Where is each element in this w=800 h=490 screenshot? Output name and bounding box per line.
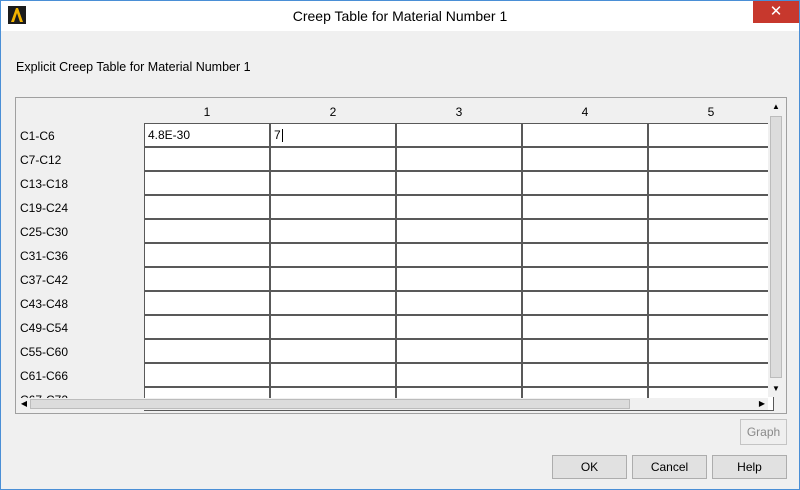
table-cell-input[interactable] [648,195,774,219]
table-cell-input[interactable] [144,363,270,387]
row-label: C19-C24 [20,201,69,215]
table-heading: Explicit Creep Table for Material Number… [16,60,251,74]
table-cell-input[interactable] [396,243,522,267]
horizontal-scroll-thumb[interactable] [30,399,630,409]
ok-button[interactable]: OK [552,455,627,479]
vertical-scrollbar[interactable]: ▲ ▼ [768,99,784,397]
row-label: C55-C60 [20,345,69,359]
table-cell-input[interactable] [396,339,522,363]
table-cell-input[interactable] [522,195,648,219]
table-cell-input[interactable] [396,291,522,315]
table-cell-input[interactable] [270,171,396,195]
table-cell-input[interactable] [396,123,522,147]
table-cell-input[interactable] [144,195,270,219]
row-label: C7-C12 [20,153,62,167]
horizontal-scrollbar[interactable]: ◀ ▶ [18,398,768,410]
row-label: C61-C66 [20,369,69,383]
column-header: 5 [707,105,715,119]
table-cell-input[interactable] [144,147,270,171]
column-header: 2 [329,105,337,119]
row-label: C25-C30 [20,225,69,239]
table-cell-input[interactable] [522,123,648,147]
table-cell-input[interactable] [396,363,522,387]
table-cell-input[interactable] [396,171,522,195]
text-cursor [282,129,283,142]
creep-table: 1 2 3 4 5 C1-C6 4.8E-30 7 C7-C12 C13-C18 C19-C24 C2… [15,97,787,414]
table-cell-input[interactable] [144,291,270,315]
table-cell-input[interactable] [648,171,774,195]
cell-value: 4.8E-30 [148,128,191,142]
table-cell-input[interactable] [522,171,648,195]
row-label: C1-C6 [20,129,55,143]
table-cell-input[interactable]: 4.8E-30 [144,123,270,147]
table-cell-input[interactable] [396,267,522,291]
table-cell-input[interactable] [144,339,270,363]
close-icon: ✕ [769,3,783,20]
table-cell-input[interactable] [144,315,270,339]
column-header: 3 [455,105,463,119]
table-cell-input[interactable] [270,315,396,339]
table-cell-input[interactable]: 7 [270,123,396,147]
table-cell-input[interactable] [648,219,774,243]
table-cell-input[interactable] [648,291,774,315]
help-button[interactable]: Help [712,455,787,479]
scroll-down-arrow-icon[interactable]: ▼ [768,381,784,397]
table-cell-input[interactable] [270,291,396,315]
table-cell-input[interactable] [270,339,396,363]
row-label: C31-C36 [20,249,69,263]
row-label: C43-C48 [20,297,69,311]
table-cell-input[interactable] [270,147,396,171]
table-cell-input[interactable] [522,243,648,267]
table-cell-input[interactable] [396,315,522,339]
table-cell-input[interactable] [648,315,774,339]
table-cell-input[interactable] [522,147,648,171]
vertical-scroll-thumb[interactable] [770,116,782,378]
table-cell-input[interactable] [648,267,774,291]
graph-button[interactable]: Graph [740,419,787,445]
scroll-right-arrow-icon[interactable]: ▶ [756,396,768,412]
table-cell-input[interactable] [396,195,522,219]
column-header: 1 [203,105,211,119]
table-cell-input[interactable] [522,291,648,315]
table-cell-input[interactable] [522,339,648,363]
table-cell-input[interactable] [270,219,396,243]
table-cell-input[interactable] [522,315,648,339]
table-cell-input[interactable] [270,243,396,267]
table-cell-input[interactable] [648,123,774,147]
table-cell-input[interactable] [270,267,396,291]
table-cell-input[interactable] [648,339,774,363]
table-cell-input[interactable] [144,243,270,267]
row-label: C49-C54 [20,321,69,335]
dialog-window: Creep Table for Material Number 1 ✕ Expl… [0,0,800,490]
table-cell-input[interactable] [396,147,522,171]
table-cell-input[interactable] [648,363,774,387]
table-cell-input[interactable] [270,363,396,387]
table-cell-input[interactable] [522,219,648,243]
table-cell-input[interactable] [270,195,396,219]
column-header: 4 [581,105,589,119]
table-cell-input[interactable] [648,147,774,171]
window-title: Creep Table for Material Number 1 [292,8,508,24]
table-cell-input[interactable] [396,219,522,243]
row-label: C13-C18 [20,177,69,191]
title-bar[interactable]: Creep Table for Material Number 1 ✕ [1,1,799,31]
row-label: C37-C42 [20,273,69,287]
table-cell-input[interactable] [144,171,270,195]
table-cell-input[interactable] [522,267,648,291]
table-cell-input[interactable] [522,363,648,387]
cancel-button[interactable]: Cancel [632,455,707,479]
table-cell-input[interactable] [648,243,774,267]
scroll-up-arrow-icon[interactable]: ▲ [768,99,784,115]
close-button[interactable]: ✕ [753,1,799,23]
table-cell-input[interactable] [144,219,270,243]
cell-value: 7 [274,128,281,142]
scroll-left-arrow-icon[interactable]: ◀ [18,396,30,412]
table-cell-input[interactable] [144,267,270,291]
